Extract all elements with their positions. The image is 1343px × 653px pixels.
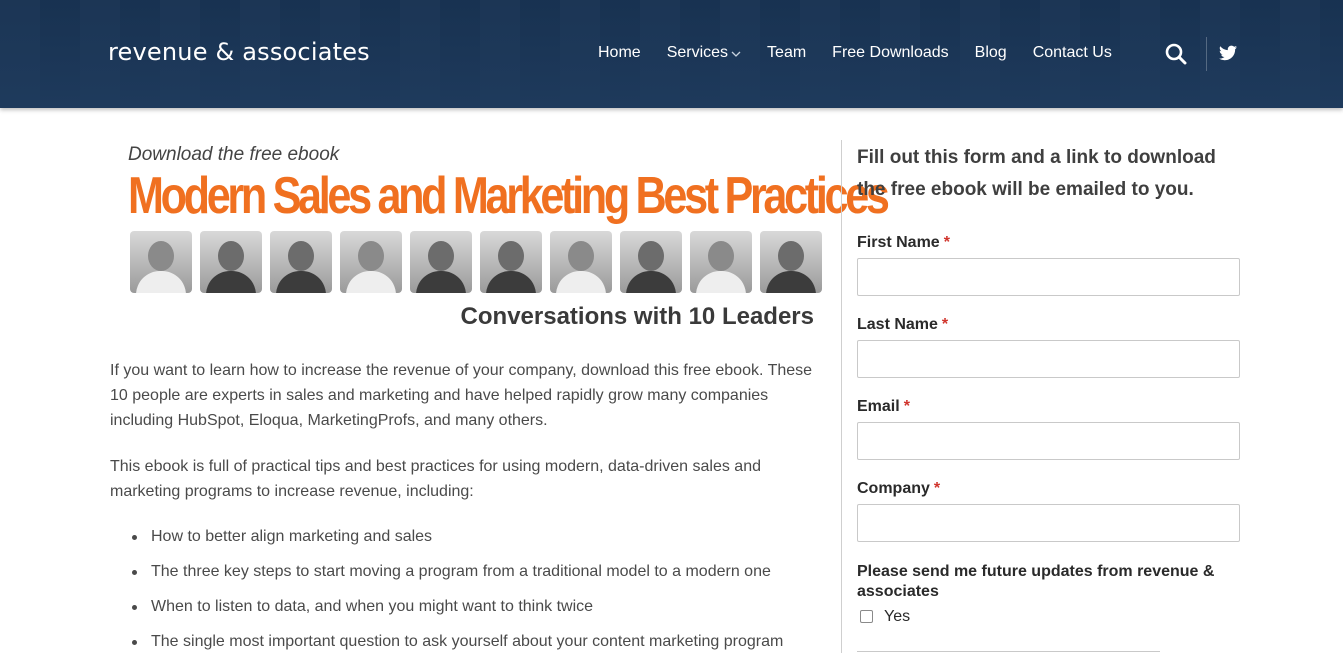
leader-photos	[130, 231, 830, 293]
first-name-field[interactable]	[857, 258, 1240, 296]
email-label: Email *	[857, 398, 910, 415]
email-field[interactable]	[857, 422, 1240, 460]
leader-photo	[200, 231, 262, 293]
nav-contact-us-label: Contact Us	[1032, 44, 1112, 61]
form-heading: Fill out this form and a link to downloa…	[857, 147, 1216, 200]
leader-photo	[690, 231, 752, 293]
required-marker: *	[903, 398, 910, 415]
nav-services-label: Services	[666, 44, 729, 61]
benefits-list: How to better align marketing and sales …	[110, 525, 825, 653]
nav-blog[interactable]: Blog	[975, 44, 1007, 62]
list-item: How to better align marketing and sales	[110, 525, 825, 549]
ebook-title: Modern Sales and Marketing Best Practice…	[128, 167, 890, 225]
company-field[interactable]	[857, 504, 1240, 542]
leader-photo	[130, 231, 192, 293]
twitter-icon[interactable]	[1219, 45, 1237, 61]
site-logo[interactable]: revenue & associates	[108, 38, 370, 66]
nav-contact-us[interactable]: Contact Us	[1033, 44, 1112, 62]
last-name-label: Last Name *	[857, 316, 949, 333]
nav-team[interactable]: Team	[767, 44, 806, 62]
nav-services[interactable]: Services	[667, 44, 741, 62]
ebook-description: This ebook is full of practical tips and…	[110, 458, 761, 500]
list-item: The single most important question to as…	[110, 630, 825, 653]
list-item: The three key steps to start moving a pr…	[110, 560, 825, 584]
main-nav: Home Services Team Free Downloads Blog C…	[598, 44, 1138, 62]
leader-photo	[550, 231, 612, 293]
leader-photo	[270, 231, 332, 293]
required-marker: *	[943, 234, 950, 251]
column-divider	[841, 140, 842, 653]
first-name-label: First Name *	[857, 234, 950, 251]
nav-home[interactable]: Home	[598, 44, 641, 62]
updates-checkbox-label[interactable]: Yes	[884, 608, 910, 626]
intro-paragraph: If you want to learn how to increase the…	[110, 362, 813, 429]
nav-free-downloads[interactable]: Free Downloads	[832, 44, 949, 62]
updates-checkbox[interactable]	[860, 610, 873, 623]
ebook-kicker: Download the free ebook	[128, 144, 340, 165]
nav-blog-label: Blog	[974, 44, 1007, 61]
nav-divider	[1206, 37, 1207, 71]
site-header: revenue & associates Home Services Team …	[0, 0, 1343, 108]
search-icon[interactable]	[1165, 43, 1187, 65]
chevron-down-icon	[731, 51, 741, 57]
leader-photo	[760, 231, 822, 293]
last-name-field[interactable]	[857, 340, 1240, 378]
leader-photo	[410, 231, 472, 293]
company-label: Company *	[857, 480, 941, 497]
required-marker: *	[941, 316, 949, 333]
required-marker: *	[933, 480, 941, 497]
nav-free-downloads-label: Free Downloads	[832, 44, 949, 61]
leader-photo	[340, 231, 402, 293]
leader-photo	[480, 231, 542, 293]
nav-team-label: Team	[767, 44, 807, 61]
list-item: When to listen to data, and when you mig…	[110, 595, 825, 619]
ebook-banner: Download the free ebook Modern Sales and…	[128, 142, 890, 337]
leader-photo	[620, 231, 682, 293]
ebook-subtitle: Conversations with 10 Leaders	[460, 303, 814, 330]
updates-label: Please send me future updates from reven…	[857, 563, 1215, 600]
nav-home-label: Home	[598, 44, 641, 61]
